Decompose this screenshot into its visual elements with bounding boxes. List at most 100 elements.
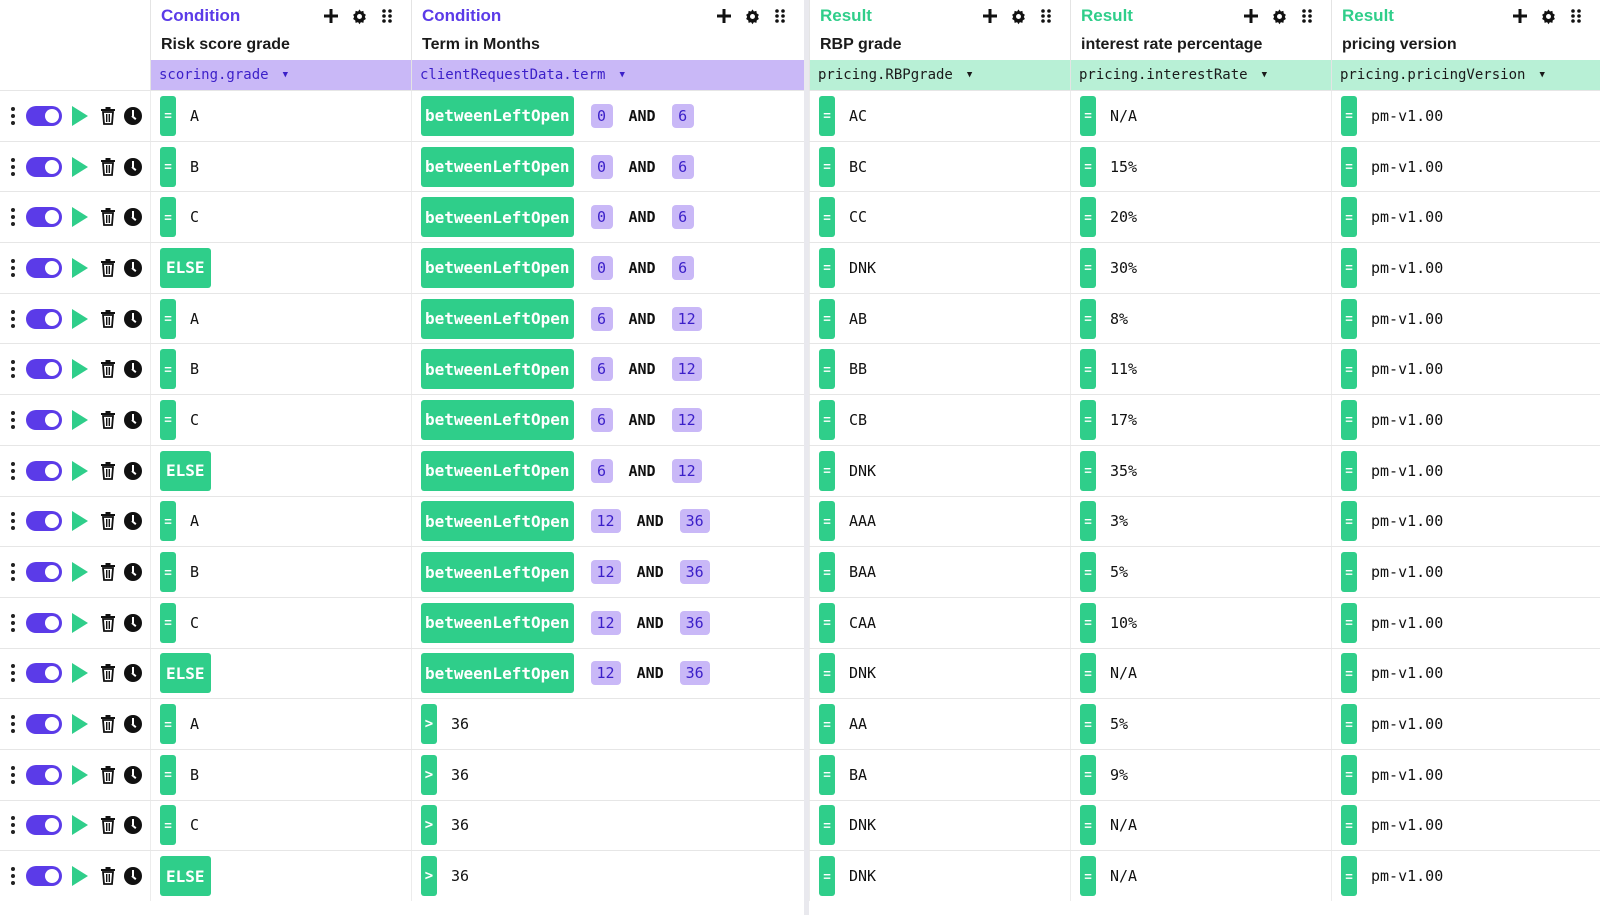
clock-icon[interactable] xyxy=(124,715,142,734)
range-low-chip[interactable]: 0 xyxy=(590,154,613,179)
pricing-version-value[interactable]: pm-v1.00 xyxy=(1371,664,1443,682)
drag-handle-icon[interactable] xyxy=(6,764,20,786)
drag-handle-icon[interactable] xyxy=(6,308,20,330)
plus-icon[interactable] xyxy=(1510,6,1530,26)
range-low-chip[interactable]: 6 xyxy=(590,306,613,331)
clock-icon[interactable] xyxy=(124,360,142,379)
grade-value[interactable]: B xyxy=(190,766,199,784)
clock-icon[interactable] xyxy=(124,461,142,480)
interest-rate-value[interactable]: 8% xyxy=(1110,310,1128,328)
trash-icon[interactable] xyxy=(98,814,118,836)
equals-operator-button[interactable]: = xyxy=(819,450,835,491)
play-icon[interactable] xyxy=(72,308,88,329)
between-operator-button[interactable]: betweenLeftOpen xyxy=(421,247,574,288)
play-icon[interactable] xyxy=(72,612,88,633)
equals-operator-button[interactable]: = xyxy=(1341,602,1357,643)
play-icon[interactable] xyxy=(72,156,88,177)
trash-icon[interactable] xyxy=(98,865,118,887)
equals-operator-button[interactable]: = xyxy=(1080,501,1096,542)
drag-grip-icon[interactable] xyxy=(377,6,397,26)
drag-handle-icon[interactable] xyxy=(6,865,20,887)
clock-icon[interactable] xyxy=(124,563,142,582)
equals-operator-button[interactable]: = xyxy=(1080,704,1096,745)
equals-operator-button[interactable]: = xyxy=(160,754,176,795)
trash-icon[interactable] xyxy=(98,409,118,431)
equals-operator-button[interactable]: = xyxy=(160,805,176,846)
equals-operator-button[interactable]: = xyxy=(1341,856,1357,897)
else-badge[interactable]: ELSE xyxy=(160,856,211,897)
equals-operator-button[interactable]: = xyxy=(819,501,835,542)
equals-operator-button[interactable]: = xyxy=(819,197,835,238)
drag-handle-icon[interactable] xyxy=(6,409,20,431)
grade-value[interactable]: A xyxy=(190,512,199,530)
rbp-grade-value[interactable]: DNK xyxy=(849,664,876,682)
interest-rate-value[interactable]: N/A xyxy=(1110,107,1137,125)
play-icon[interactable] xyxy=(72,511,88,532)
grade-value[interactable]: C xyxy=(190,614,199,632)
greater-than-operator-button[interactable]: > xyxy=(421,704,437,745)
equals-operator-button[interactable]: = xyxy=(819,95,835,136)
between-operator-button[interactable]: betweenLeftOpen xyxy=(421,95,574,136)
plus-icon[interactable] xyxy=(321,6,341,26)
equals-operator-button[interactable]: = xyxy=(819,247,835,288)
rule-enabled-toggle[interactable] xyxy=(26,105,62,126)
range-high-chip[interactable]: 12 xyxy=(671,306,702,331)
equals-operator-button[interactable]: = xyxy=(1341,653,1357,694)
play-icon[interactable] xyxy=(72,257,88,278)
pricing-version-value[interactable]: pm-v1.00 xyxy=(1371,462,1443,480)
rbp-grade-value[interactable]: DNK xyxy=(849,259,876,277)
rbp-grade-value[interactable]: AA xyxy=(849,715,867,733)
equals-operator-button[interactable]: = xyxy=(160,501,176,542)
range-low-chip[interactable]: 0 xyxy=(590,255,613,280)
rbp-grade-value[interactable]: BC xyxy=(849,158,867,176)
pricing-version-value[interactable]: pm-v1.00 xyxy=(1371,411,1443,429)
between-operator-button[interactable]: betweenLeftOpen xyxy=(421,501,574,542)
gear-icon[interactable] xyxy=(1008,6,1028,26)
equals-operator-button[interactable]: = xyxy=(1341,298,1357,339)
range-high-chip[interactable]: 12 xyxy=(671,357,702,382)
drag-grip-icon[interactable] xyxy=(1566,6,1586,26)
equals-operator-button[interactable]: = xyxy=(160,399,176,440)
pricing-version-value[interactable]: pm-v1.00 xyxy=(1371,715,1443,733)
pricing-version-value[interactable]: pm-v1.00 xyxy=(1371,563,1443,581)
rbp-grade-value[interactable]: CAA xyxy=(849,614,876,632)
equals-operator-button[interactable]: = xyxy=(1080,95,1096,136)
pricing-version-value[interactable]: pm-v1.00 xyxy=(1371,310,1443,328)
play-icon[interactable] xyxy=(72,562,88,583)
interest-rate-value[interactable]: 10% xyxy=(1110,614,1137,632)
column-path-select[interactable]: pricing.interestRate ▼ xyxy=(1071,60,1331,90)
range-high-chip[interactable]: 6 xyxy=(671,154,694,179)
equals-operator-button[interactable]: = xyxy=(1080,754,1096,795)
play-icon[interactable] xyxy=(72,409,88,430)
clock-icon[interactable] xyxy=(124,258,142,277)
equals-operator-button[interactable]: = xyxy=(1341,197,1357,238)
clock-icon[interactable] xyxy=(124,208,142,227)
rule-enabled-toggle[interactable] xyxy=(26,460,62,481)
grade-value[interactable]: A xyxy=(190,310,199,328)
drag-handle-icon[interactable] xyxy=(6,156,20,178)
rule-enabled-toggle[interactable] xyxy=(26,663,62,684)
equals-operator-button[interactable]: = xyxy=(819,349,835,390)
equals-operator-button[interactable]: = xyxy=(1341,146,1357,187)
equals-operator-button[interactable]: = xyxy=(160,95,176,136)
equals-operator-button[interactable]: = xyxy=(1341,349,1357,390)
pricing-version-value[interactable]: pm-v1.00 xyxy=(1371,259,1443,277)
rule-enabled-toggle[interactable] xyxy=(26,359,62,380)
else-badge[interactable]: ELSE xyxy=(160,247,211,288)
between-operator-button[interactable]: betweenLeftOpen xyxy=(421,552,574,593)
trash-icon[interactable] xyxy=(98,662,118,684)
drag-handle-icon[interactable] xyxy=(6,612,20,634)
trash-icon[interactable] xyxy=(98,460,118,482)
equals-operator-button[interactable]: = xyxy=(1080,298,1096,339)
term-value[interactable]: 36 xyxy=(451,816,469,834)
rbp-grade-value[interactable]: AB xyxy=(849,310,867,328)
drag-handle-icon[interactable] xyxy=(6,358,20,380)
rbp-grade-value[interactable]: CC xyxy=(849,208,867,226)
clock-icon[interactable] xyxy=(124,867,142,886)
equals-operator-button[interactable]: = xyxy=(160,298,176,339)
interest-rate-value[interactable]: 3% xyxy=(1110,512,1128,530)
equals-operator-button[interactable]: = xyxy=(819,856,835,897)
interest-rate-value[interactable]: 11% xyxy=(1110,360,1137,378)
equals-operator-button[interactable]: = xyxy=(1341,399,1357,440)
equals-operator-button[interactable]: = xyxy=(1341,704,1357,745)
